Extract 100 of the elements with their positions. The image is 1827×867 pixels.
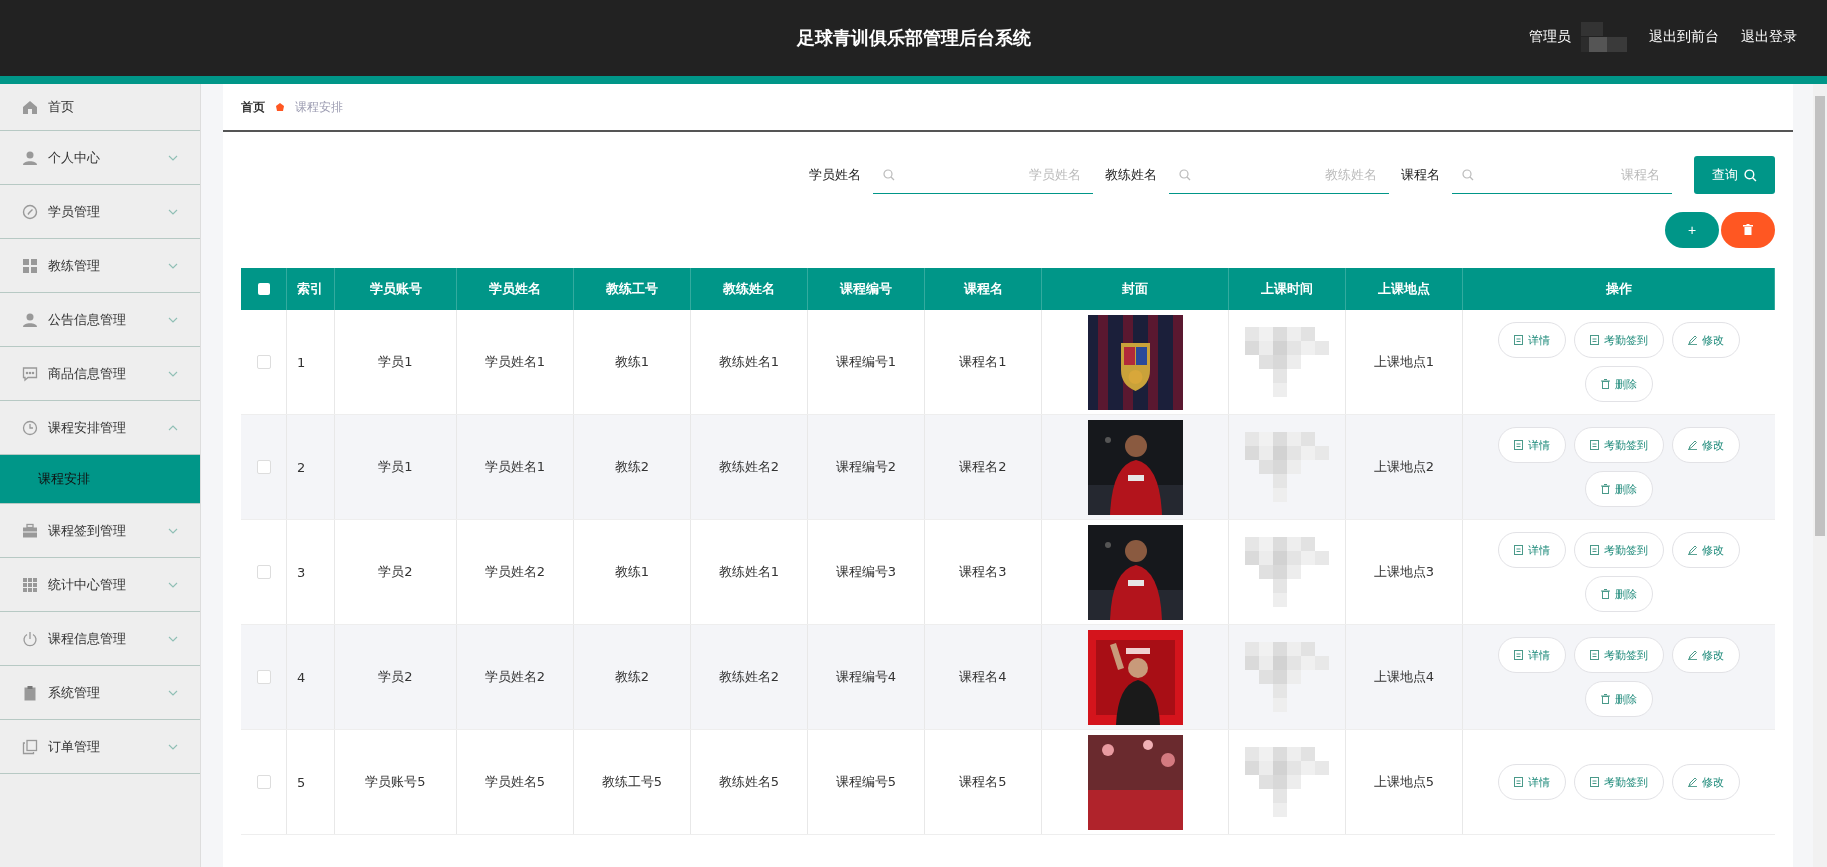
add-button[interactable]: + <box>1665 212 1719 248</box>
table-cell: 学员2 <box>378 563 413 581</box>
row-action-button[interactable]: 删除 <box>1585 366 1653 402</box>
row-action-button[interactable]: 修改 <box>1672 764 1740 800</box>
copy-icon <box>22 738 38 755</box>
table-cell: 学员1 <box>378 353 413 371</box>
menu-item[interactable]: 教练管理 <box>0 239 200 293</box>
search-button[interactable]: 查询 <box>1694 156 1775 194</box>
row-action-button[interactable]: 删除 <box>1585 681 1653 717</box>
row-checkbox[interactable] <box>256 565 271 579</box>
breadcrumb-link[interactable]: 首页 <box>241 98 265 116</box>
table-cell: 课程编号2 <box>835 458 897 476</box>
document-icon <box>1514 545 1523 555</box>
table-cell: 教练姓名5 <box>718 773 780 791</box>
row-action-button[interactable]: 详情 <box>1498 427 1566 463</box>
user-icon <box>22 149 38 166</box>
table-cell: 学员姓名1 <box>484 353 546 371</box>
row-action-button[interactable]: 考勤签到 <box>1574 322 1664 358</box>
grid-icon <box>22 257 38 274</box>
table-cell: 学员1 <box>378 458 413 476</box>
row-action-button[interactable]: 考勤签到 <box>1574 764 1664 800</box>
column-header: 课程名 <box>963 280 1003 298</box>
menu-item[interactable]: 系统管理 <box>0 666 200 720</box>
row-action-button[interactable]: 删除 <box>1585 471 1653 507</box>
header-link[interactable]: 退出到前台 <box>1649 28 1719 46</box>
app-title: 足球青训俱乐部管理后台系统 <box>796 26 1031 50</box>
table-cell: 教练1 <box>614 563 650 581</box>
menu-item[interactable]: 个人中心 <box>0 131 200 185</box>
row-checkbox[interactable] <box>256 670 271 684</box>
table-cell: 教练姓名1 <box>718 353 780 371</box>
column-header: 教练工号 <box>606 280 658 298</box>
delete-button[interactable] <box>1721 212 1775 248</box>
menu-item[interactable]: 公告信息管理 <box>0 293 200 347</box>
row-action-button[interactable]: 详情 <box>1498 532 1566 568</box>
breadcrumb-link[interactable]: 课程安排 <box>295 98 343 116</box>
menu-item[interactable]: 学员管理 <box>0 185 200 239</box>
row-action-button[interactable]: 修改 <box>1672 532 1740 568</box>
table-cell: 1 <box>297 354 306 370</box>
pencil-icon <box>1688 650 1697 660</box>
row-action-button[interactable]: 考勤签到 <box>1574 532 1664 568</box>
document-icon <box>1590 440 1599 450</box>
menu-item[interactable]: 商品信息管理 <box>0 347 200 401</box>
row-action-button[interactable]: 修改 <box>1672 427 1740 463</box>
row-action-button[interactable]: 详情 <box>1498 764 1566 800</box>
row-action-button[interactable]: 删除 <box>1585 576 1653 612</box>
table-cell: 教练姓名2 <box>718 458 780 476</box>
row-action-button[interactable]: 详情 <box>1498 322 1566 358</box>
trash-icon <box>1601 694 1610 704</box>
table-cell: 4 <box>297 669 306 685</box>
table-cell: 教练姓名2 <box>718 668 780 686</box>
submenu-item[interactable]: 课程安排 <box>0 455 200 504</box>
table-cell: 上课地点3 <box>1373 563 1435 581</box>
header-link[interactable]: 退出登录 <box>1741 28 1797 46</box>
menu-item[interactable]: 首页 <box>0 84 200 131</box>
compass-icon <box>22 203 38 220</box>
breadcrumb-separator-icon <box>275 102 285 112</box>
menu-item[interactable]: 订单管理 <box>0 720 200 774</box>
row-checkbox[interactable] <box>256 460 271 474</box>
menu-item[interactable]: 课程信息管理 <box>0 612 200 666</box>
table-cell: 教练2 <box>614 668 650 686</box>
column-header: 学员账号 <box>369 280 422 298</box>
scrollbar[interactable] <box>1813 84 1827 867</box>
table-cell: 上课地点2 <box>1373 458 1435 476</box>
column-header: 上课地点 <box>1378 280 1430 298</box>
table-cell: 课程名4 <box>959 668 1007 686</box>
table-cell: 教练2 <box>614 458 650 476</box>
trash-icon <box>1601 379 1610 389</box>
row-action-button[interactable]: 考勤签到 <box>1574 637 1664 673</box>
table-cell: 上课地点5 <box>1373 773 1435 791</box>
menu-item[interactable]: 课程签到管理 <box>0 504 200 558</box>
row-action-button[interactable]: 考勤签到 <box>1574 427 1664 463</box>
trash-icon <box>1743 224 1753 235</box>
table-cell: 课程名3 <box>959 563 1007 581</box>
row-checkbox[interactable] <box>256 775 271 789</box>
trash-icon <box>1601 484 1610 494</box>
row-action-button[interactable]: 修改 <box>1672 322 1740 358</box>
caret-icon <box>168 581 178 588</box>
caret-icon <box>168 154 178 161</box>
table-cell: 学员账号5 <box>365 773 426 791</box>
user-icon <box>22 311 38 328</box>
table-cell: 教练工号5 <box>601 773 663 791</box>
row-checkbox[interactable] <box>256 355 271 369</box>
home-icon <box>22 99 38 115</box>
clipboard-icon <box>22 684 38 701</box>
pencil-icon <box>1688 777 1697 787</box>
column-header: 索引 <box>297 280 323 298</box>
caret-icon <box>168 743 178 750</box>
row-action-button[interactable]: 修改 <box>1672 637 1740 673</box>
document-icon <box>1514 440 1523 450</box>
caret-icon <box>168 208 178 215</box>
caret-icon <box>168 527 178 534</box>
table-cell: 课程名1 <box>959 353 1007 371</box>
search-icon <box>1462 169 1474 181</box>
caret-icon <box>168 689 178 696</box>
caret-icon <box>168 635 178 642</box>
row-action-button[interactable]: 详情 <box>1498 637 1566 673</box>
menu-item[interactable]: 统计中心管理 <box>0 558 200 612</box>
table-cell: 课程编号1 <box>835 353 897 371</box>
redacted-name-drawing <box>1581 22 1627 52</box>
select-all-checkbox[interactable] <box>257 283 270 295</box>
